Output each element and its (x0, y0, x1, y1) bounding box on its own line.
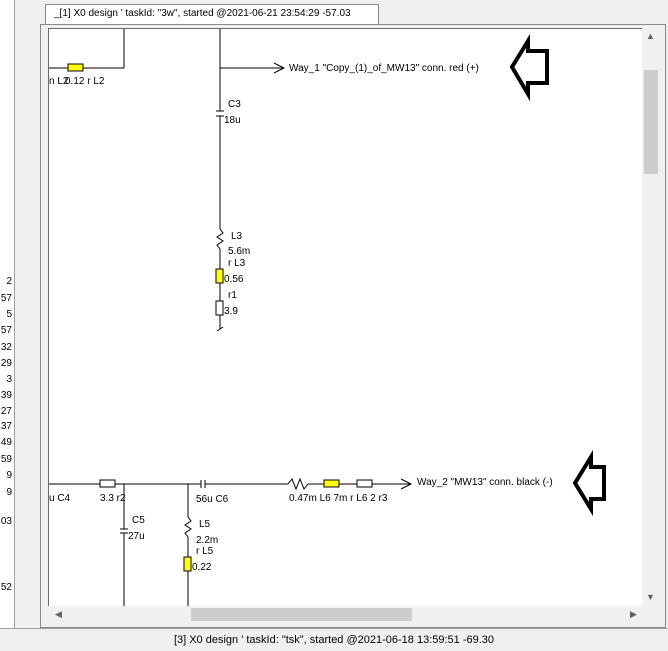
left-list-item[interactable]: 39 (1, 390, 12, 402)
left-list-item[interactable]: 57 (1, 293, 12, 305)
left-list-item[interactable]: 2 (6, 276, 12, 288)
vertical-scroll-thumb[interactable] (644, 70, 658, 174)
resistor-rl6[interactable] (323, 479, 340, 488)
l3-value: 5.6m (228, 246, 250, 257)
inductor-l5[interactable] (184, 516, 192, 538)
rl3-name: r L3 (228, 258, 246, 269)
c3-value: 18u (224, 115, 241, 126)
up-arrow-icon (572, 449, 606, 517)
schematic-canvas[interactable]: n L2 0.12 r L2 Way_1 "Copy_(1)_of_MW13" … (48, 28, 642, 606)
upper-branch: Way_1 "Copy_(1)_of_MW13" conn. red (+) C… (215, 29, 479, 332)
r1-value: 3.9 (224, 306, 238, 317)
up-arrow-icon (509, 33, 549, 102)
left-list-item[interactable]: 29 (1, 358, 12, 370)
left-list-item[interactable]: 3 (6, 374, 12, 386)
resistor-r2[interactable] (99, 479, 116, 488)
l5-name: L5 (199, 519, 211, 530)
c5-name: C5 (132, 515, 145, 526)
rl3-value: 0.56 (224, 274, 244, 285)
left-list-panel: 2 57 5 57 32 29 3 39 27 37 49 59 9 9 03 52 (0, 0, 14, 628)
l5-value: 2.2m (196, 535, 218, 546)
scroll-right-icon[interactable]: ▶ (625, 606, 642, 623)
left-list-item[interactable]: 03 (1, 516, 12, 528)
scroll-up-icon[interactable]: ▲ (642, 28, 659, 45)
inductor-l3[interactable] (216, 228, 224, 250)
label-rl2: 0.12 r L2 (65, 76, 105, 87)
resistor-r1[interactable] (215, 300, 224, 316)
c4-label: u C4 (49, 493, 71, 504)
r2-label: 3.3 r2 (100, 493, 126, 504)
left-list-item[interactable]: 9 (6, 487, 12, 499)
left-list-item[interactable]: 57 (1, 325, 12, 337)
left-list-item[interactable]: 27 (1, 406, 12, 418)
left-list-item[interactable]: 9 (6, 470, 12, 482)
horizontal-scroll-thumb[interactable] (191, 608, 412, 621)
splitter[interactable] (15, 0, 39, 628)
r1-name: r1 (228, 290, 237, 301)
resistor-r3[interactable] (356, 479, 373, 488)
rl5-value: 0.22 (192, 562, 212, 573)
c6-label: 56u C6 (196, 494, 229, 505)
lower-branch: u C4 3.3 r2 C5 27u 56u C6 L5 2.2m r L5 0… (49, 477, 553, 606)
inductor-l6[interactable] (287, 477, 309, 491)
left-list-item[interactable]: 52 (1, 582, 12, 594)
left-list-item[interactable]: 32 (1, 342, 12, 354)
top-left-circuit: n L2 0.12 r L2 (49, 29, 125, 87)
scroll-down-icon[interactable]: ▼ (642, 589, 659, 606)
resistor-rl2[interactable] (67, 63, 84, 72)
c3-name: C3 (228, 99, 241, 110)
left-list-item[interactable]: 59 (1, 454, 12, 466)
l3-name: L3 (231, 231, 243, 242)
left-list-item[interactable]: 49 (1, 437, 12, 449)
resistor-rl5[interactable] (183, 556, 192, 572)
way2-label[interactable]: Way_2 "MW13" conn. black (-) (417, 477, 553, 488)
tab-design-1[interactable]: _[1] X0 design ' taskId: "3w", started @… (45, 4, 379, 24)
resistor-rl3[interactable] (215, 268, 224, 284)
way1-label[interactable]: Way_1 "Copy_(1)_of_MW13" conn. red (+) (289, 63, 479, 74)
rl5-name: r L5 (196, 546, 214, 557)
left-list-item[interactable]: 37 (1, 421, 12, 433)
left-list-item[interactable]: 5 (6, 309, 12, 321)
c5-value: 27u (128, 531, 145, 542)
schematic-drawing: n L2 0.12 r L2 Way_1 "Copy_(1)_of_MW13" … (49, 29, 606, 606)
status-bar: [3] X0 design ' taskId: "tsk", started @… (0, 628, 668, 650)
scroll-left-icon[interactable]: ◀ (50, 606, 67, 623)
series-labels: 0.47m L6 7m r L6 2 r3 (289, 493, 388, 504)
